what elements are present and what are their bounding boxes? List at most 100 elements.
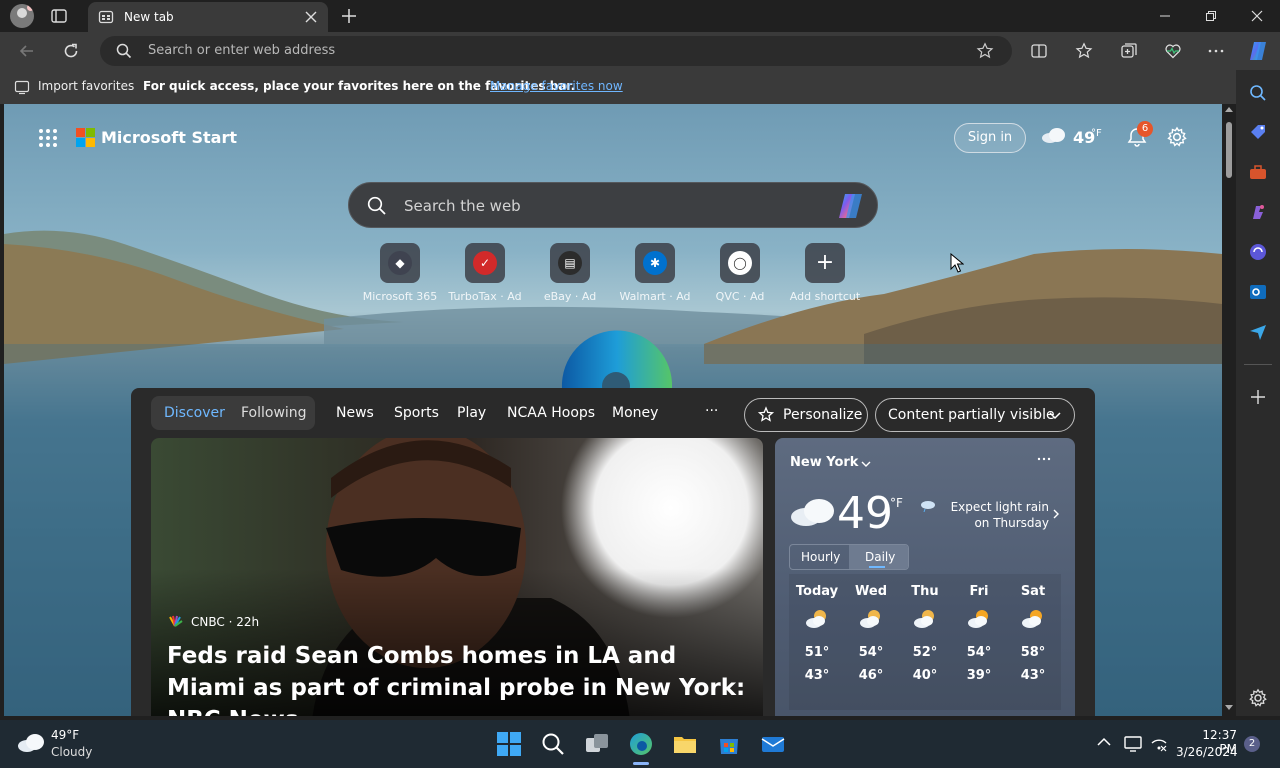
sidebar-outlook-icon[interactable] [1248, 282, 1268, 302]
quick-link-1[interactable]: ◆ [380, 243, 420, 283]
address-bar[interactable]: Search or enter web address [100, 36, 1012, 66]
forecast-summary[interactable]: Expect light rain on Thursday [937, 499, 1049, 531]
article-headline[interactable]: Feds raid Sean Combs homes in LA and Mia… [167, 640, 747, 716]
refresh-icon[interactable] [62, 42, 80, 60]
task-view-icon[interactable] [585, 732, 609, 756]
quick-link-3[interactable]: ▤ [550, 243, 590, 283]
edge-logo-icon [560, 328, 674, 388]
taskbar-weather-temp[interactable]: 49°F [51, 728, 79, 742]
split-screen-icon[interactable] [1030, 42, 1048, 60]
weather-temperature: 49 [837, 488, 893, 539]
copilot-icon[interactable] [1246, 39, 1270, 63]
new-tab-button[interactable] [340, 7, 358, 25]
quick-link-4[interactable]: ✱ [635, 243, 675, 283]
forecast-day-name: Today [795, 584, 839, 599]
tab-new-tab[interactable]: New tab [88, 2, 328, 32]
clock-date[interactable]: 3/26/2024 [1176, 745, 1238, 759]
forecast-day[interactable]: Today 51° 43° [791, 584, 843, 683]
favorites-icon[interactable] [1075, 42, 1093, 60]
manage-favorites-link[interactable]: Manage favorites now [490, 79, 623, 93]
tab-discover[interactable]: Discover [164, 405, 225, 421]
sidebar-settings-icon[interactable] [1248, 688, 1268, 708]
collections-icon[interactable] [1120, 42, 1138, 60]
forecast-day[interactable]: Fri 54° 39° [953, 584, 1005, 683]
forecast-chevron-icon[interactable] [1051, 508, 1061, 520]
tab-actions-icon[interactable] [50, 7, 68, 25]
forecast-day[interactable]: Wed 54° 46° [845, 584, 897, 683]
nav-play[interactable]: Play [457, 405, 486, 421]
minimize-button[interactable] [1142, 0, 1188, 32]
location-chevron-icon[interactable] [860, 458, 872, 470]
close-tab-icon[interactable] [304, 10, 318, 24]
edge-active-indicator [633, 762, 649, 765]
sidebar-games-icon[interactable] [1248, 202, 1268, 222]
quick-link-5[interactable]: ◯ [720, 243, 760, 283]
weather-location[interactable]: New York [790, 455, 858, 470]
hero-article-card[interactable]: CNBC · 22h Feds raid Sean Combs homes in… [151, 438, 763, 716]
taskbar-weather-desc[interactable]: Cloudy [51, 745, 92, 759]
import-favorites-button[interactable]: Import favorites [38, 79, 134, 93]
tab-following[interactable]: Following [241, 405, 307, 421]
nav-sports[interactable]: Sports [394, 405, 439, 421]
web-search-placeholder: Search the web [404, 197, 521, 215]
sidebar-drop-icon[interactable] [1248, 322, 1268, 342]
weather-card[interactable]: New York 49 °F Expect light rain on Thur… [775, 438, 1075, 716]
favorite-star-icon[interactable] [976, 42, 994, 60]
microsoft-store-icon[interactable] [717, 732, 741, 756]
toggle-hourly[interactable]: Hourly [801, 550, 840, 564]
display-icon[interactable] [1124, 735, 1142, 753]
sidebar-copilot-icon[interactable] [1248, 242, 1268, 262]
personalize-button[interactable]: Personalize [744, 398, 868, 432]
forecast-day[interactable]: Sat 58° 43° [1007, 584, 1059, 683]
sign-in-button[interactable]: Sign in [954, 123, 1026, 153]
edge-sidebar [1236, 70, 1280, 716]
notification-center-badge[interactable]: 2 [1244, 736, 1260, 752]
forecast-day-name: Wed [855, 584, 887, 599]
taskbar-edge-icon[interactable] [629, 732, 653, 756]
partly-cloudy-icon [899, 599, 951, 639]
sidebar-search-icon[interactable] [1249, 84, 1267, 102]
daily-indicator [869, 566, 885, 568]
sidebar-tools-icon[interactable] [1248, 162, 1268, 182]
start-button-icon[interactable] [497, 732, 521, 756]
nav-more-button[interactable]: ··· [705, 403, 718, 419]
network-icon[interactable] [1150, 735, 1168, 753]
back-icon[interactable] [18, 42, 36, 60]
nav-news[interactable]: News [336, 405, 374, 421]
forecast-day[interactable]: Thu 52° 40° [899, 584, 951, 683]
restore-button[interactable] [1188, 0, 1234, 32]
forecast-high: 52° [912, 645, 938, 660]
scroll-thumb[interactable] [1226, 122, 1232, 178]
quick-link-6[interactable]: + [805, 243, 845, 283]
ebay-icon: ▤ [558, 251, 582, 275]
taskbar-search-icon[interactable] [541, 732, 565, 756]
settings-gear-icon[interactable] [1166, 126, 1188, 148]
page-scrollbar[interactable] [1222, 104, 1236, 716]
quick-link-label[interactable]: Add shortcut [775, 290, 875, 303]
qvc-icon: ◯ [728, 251, 752, 275]
forecast-high: 51° [804, 645, 830, 660]
toggle-daily[interactable]: Daily [865, 550, 895, 564]
scroll-down-icon[interactable] [1225, 705, 1233, 711]
scroll-up-icon[interactable] [1225, 106, 1233, 112]
mail-icon[interactable] [761, 732, 785, 756]
browser-essentials-icon[interactable] [1164, 42, 1182, 60]
file-explorer-icon[interactable] [673, 732, 697, 756]
taskbar-weather-icon[interactable] [16, 732, 46, 754]
apps-launcher-icon[interactable] [38, 128, 58, 148]
sidebar-shopping-icon[interactable] [1248, 122, 1268, 142]
quick-link-2[interactable]: ✓ [465, 243, 505, 283]
nav-money[interactable]: Money [612, 405, 658, 421]
more-options-icon[interactable] [1207, 42, 1225, 60]
show-hidden-icons-icon[interactable] [1097, 737, 1111, 747]
close-window-button[interactable] [1234, 0, 1280, 32]
feed-panel: Discover Following News Sports Play NCAA… [131, 388, 1095, 716]
web-search-box[interactable]: Search the web [348, 182, 878, 228]
copilot-search-icon[interactable] [835, 191, 867, 221]
nav-ncaa-hoops[interactable]: NCAA Hoops [507, 405, 595, 421]
content-visibility-dropdown[interactable]: Content partially visible [875, 398, 1075, 432]
sidebar-add-icon[interactable] [1249, 388, 1267, 406]
profile-avatar[interactable] [10, 4, 34, 28]
weather-more-icon[interactable] [1037, 452, 1051, 466]
partly-sunny-icon [953, 599, 1005, 639]
